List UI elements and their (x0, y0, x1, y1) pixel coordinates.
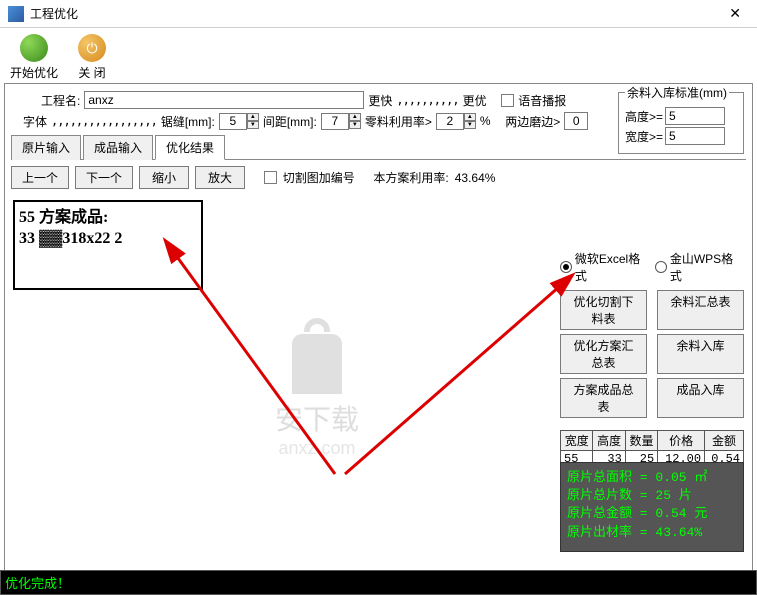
better-label: 更优 (463, 92, 487, 109)
wps-radio[interactable] (655, 261, 667, 273)
start-label: 开始优化 (10, 64, 58, 81)
voice-checkbox[interactable] (501, 94, 514, 107)
col-width: 宽度 (561, 431, 593, 451)
window-title: 工程优化 (30, 5, 721, 22)
slider-fast[interactable]: ,,,,,,,,,, (396, 93, 458, 107)
close-icon[interactable]: ✕ (721, 5, 749, 22)
product-in-button[interactable]: 成品入库 (657, 378, 744, 418)
surplus-width-input[interactable] (665, 127, 725, 145)
preview-line2: 33 ▓▓318x22 2 (19, 229, 197, 250)
surplus-standard-group: 余料入库标准(mm) 高度>= 宽度>= (618, 84, 744, 154)
scrap-label: 零料利用率> (365, 113, 432, 130)
percent-label: % (480, 114, 491, 128)
col-amount: 金额 (705, 431, 744, 451)
col-price: 价格 (658, 431, 705, 451)
tab-product-input[interactable]: 成品输入 (83, 135, 153, 160)
zoom-in-button[interactable]: 放大 (195, 166, 245, 189)
status-bar: 优化完成！ (0, 570, 757, 595)
right-column: 微软Excel格式 金山WPS格式 优化切割下料表 余料汇总表 优化方案汇总表 … (560, 250, 744, 468)
titlebar: 工程优化 ✕ (0, 0, 757, 28)
plan-summary-button[interactable]: 优化方案汇总表 (560, 334, 647, 374)
prev-button[interactable]: 上一个 (11, 166, 69, 189)
surplus-height-label: 高度>= (625, 108, 663, 125)
faster-label: 更快 (368, 92, 392, 109)
project-name-label: 工程名: (41, 92, 80, 109)
close-button[interactable]: ⏻ 关 闭 (78, 34, 106, 81)
voice-label: 语音播报 (518, 92, 566, 109)
cut-preview: 55 方案成品: 33 ▓▓318x22 2 (13, 200, 203, 290)
saw-spinner[interactable]: ▲▼ (219, 113, 259, 130)
play-icon (20, 34, 48, 62)
project-name-input[interactable] (84, 91, 364, 109)
surplus-height-input[interactable] (665, 107, 725, 125)
usage-label: 本方案利用率: (373, 169, 448, 186)
toolbar: 开始优化 ⏻ 关 闭 (0, 28, 757, 83)
font-slider[interactable]: ,,,,,,,,,,,,,,,,, (51, 114, 157, 128)
tab-content: 上一个 下一个 缩小 放大 切割图加编号 本方案利用率: 43.64% (11, 160, 746, 195)
font-label: 字体 (23, 113, 47, 130)
scrap-spinner[interactable]: ▲▼ (436, 113, 476, 130)
edge-input[interactable] (564, 112, 588, 130)
cut-list-button[interactable]: 优化切割下料表 (560, 290, 647, 330)
product-summary-button[interactable]: 方案成品总表 (560, 378, 647, 418)
app-icon (8, 6, 24, 22)
preview-line1: 55 方案成品: (19, 208, 197, 229)
numbering-checkbox[interactable] (264, 171, 277, 184)
excel-radio[interactable] (560, 261, 572, 273)
watermark: 安下载 anxz.com (275, 334, 359, 459)
stats-panel: 原片总面积 = 0.05 ㎡ 原片总片数 = 25 片 原片总金额 = 0.54… (560, 462, 744, 552)
surplus-in-button[interactable]: 余料入库 (657, 334, 744, 374)
col-height: 高度 (593, 431, 625, 451)
close-label: 关 闭 (78, 64, 105, 81)
numbering-label: 切割图加编号 (283, 169, 355, 186)
tab-raw-input[interactable]: 原片输入 (11, 135, 81, 160)
surplus-legend: 余料入库标准(mm) (625, 84, 729, 101)
main-panel: 余料入库标准(mm) 高度>= 宽度>= 工程名: 更快 ,,,,,,,,,, … (4, 83, 753, 581)
wps-label: 金山WPS格式 (670, 250, 744, 284)
saw-label: 锯缝[mm]: (161, 113, 215, 130)
gap-label: 间距[mm]: (263, 113, 317, 130)
gap-spinner[interactable]: ▲▼ (321, 113, 361, 130)
col-qty: 数量 (625, 431, 657, 451)
usage-value: 43.64% (455, 171, 496, 185)
zoom-out-button[interactable]: 缩小 (139, 166, 189, 189)
power-icon: ⏻ (78, 34, 106, 62)
next-button[interactable]: 下一个 (75, 166, 133, 189)
edge-label: 两边磨边> (505, 113, 560, 130)
surplus-summary-button[interactable]: 余料汇总表 (657, 290, 744, 330)
surplus-width-label: 宽度>= (625, 128, 663, 145)
tab-optimize-result[interactable]: 优化结果 (155, 135, 225, 160)
excel-label: 微软Excel格式 (575, 250, 651, 284)
start-optimize-button[interactable]: 开始优化 (10, 34, 58, 81)
